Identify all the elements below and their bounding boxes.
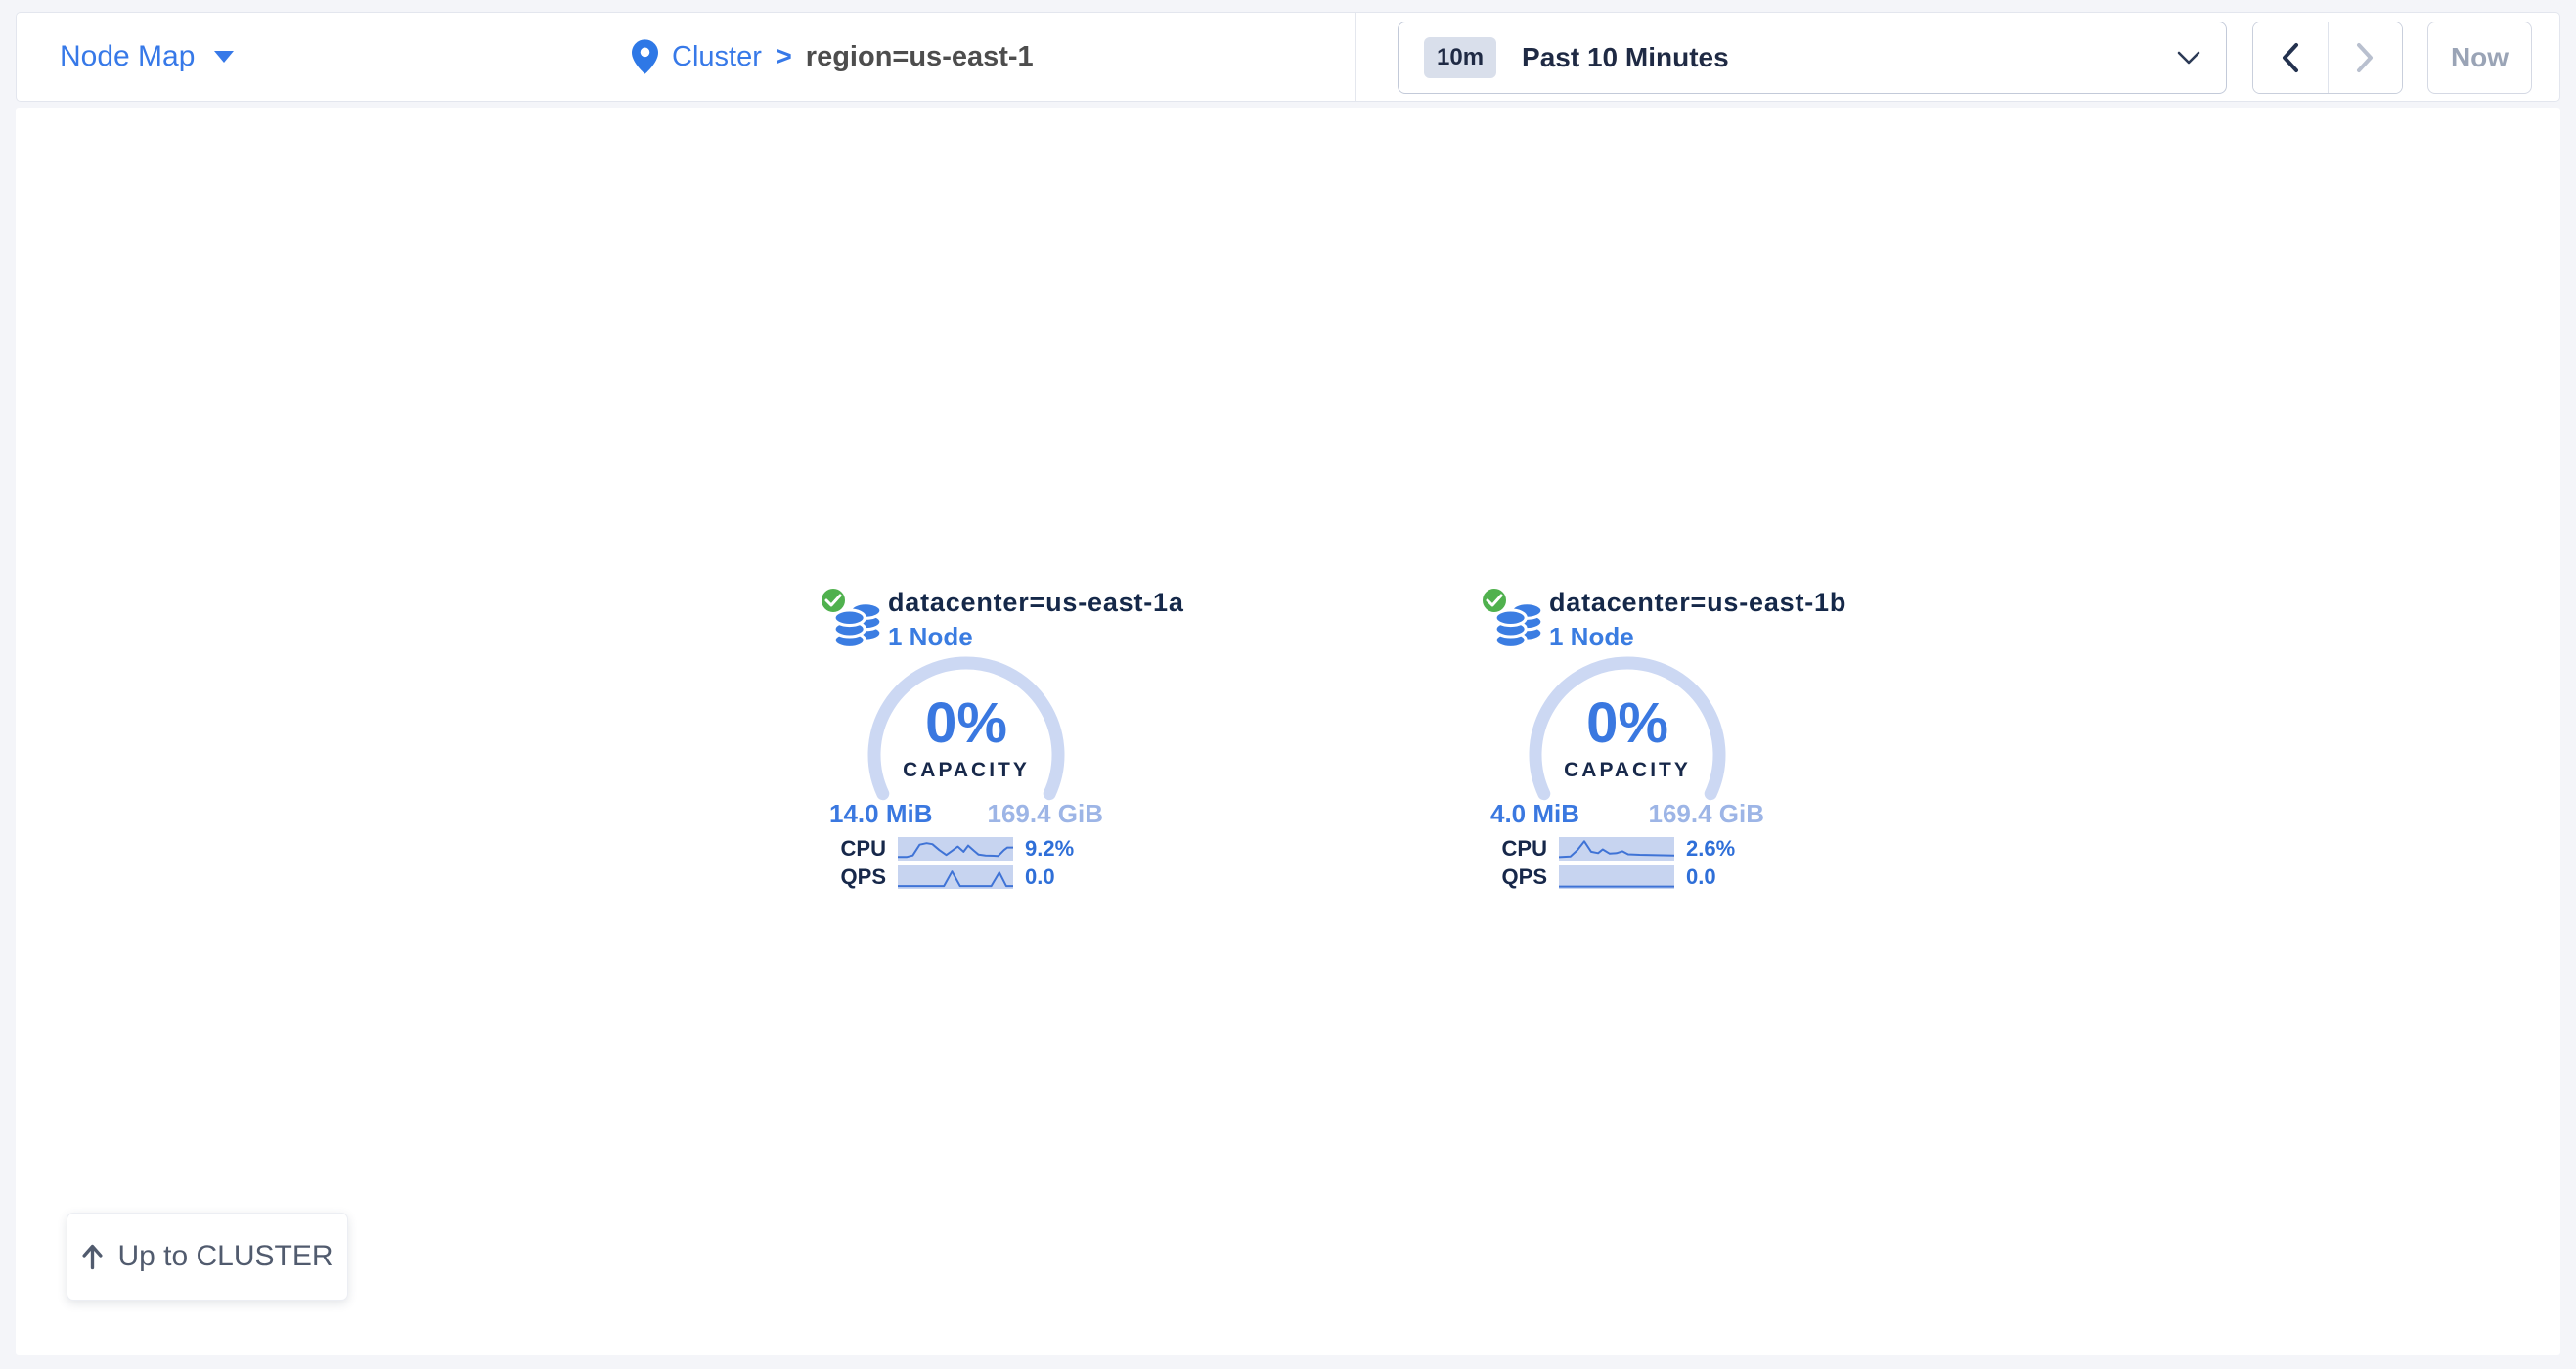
datacenter-icon-wrap — [820, 585, 888, 649]
arrow-up-icon — [81, 1243, 104, 1270]
up-to-cluster-button[interactable]: Up to CLUSTER — [67, 1213, 348, 1301]
qps-sparkline — [1559, 865, 1674, 889]
capacity-used: 4.0 MiB — [1490, 799, 1579, 829]
toolbar-divider — [1355, 13, 1356, 101]
chevron-down-icon — [2177, 50, 2200, 66]
capacity-values: 4.0 MiB 169.4 GiB — [1490, 799, 1764, 828]
time-prev-button[interactable] — [2253, 22, 2329, 93]
node-map-canvas: datacenter=us-east-1a 1 Node 0% CAPACITY… — [16, 108, 2560, 1355]
top-toolbar: Node Map Cluster > region=us-east-1 10m … — [16, 12, 2560, 102]
datacenter-header: datacenter=us-east-1a 1 Node — [820, 569, 1113, 652]
datacenter-icon-wrap — [1481, 585, 1549, 649]
caret-down-icon — [214, 51, 234, 63]
datacenter-titles: datacenter=us-east-1a 1 Node — [888, 585, 1184, 652]
capacity-gauge: 0% CAPACITY — [1525, 654, 1730, 803]
chevron-right-icon — [2355, 42, 2375, 73]
qps-sparkline — [898, 865, 1013, 889]
datacenter-title: datacenter=us-east-1b — [1549, 588, 1846, 618]
qps-label: QPS — [823, 864, 886, 890]
time-nav-group — [2252, 22, 2403, 94]
datacenter-card-us-east-1a[interactable]: datacenter=us-east-1a 1 Node 0% CAPACITY… — [820, 569, 1113, 893]
datacenter-node-count: 1 Node — [888, 622, 1184, 652]
breadcrumb: Cluster > region=us-east-1 — [632, 13, 1034, 101]
qps-metric-row: QPS 0.0 — [820, 864, 1113, 888]
view-selector-label: Node Map — [60, 40, 195, 73]
metric-rows: CPU 2.6% QPS 0.0 — [1481, 836, 1774, 888]
datacenter-card-us-east-1b[interactable]: datacenter=us-east-1b 1 Node 0% CAPACITY… — [1481, 569, 1774, 893]
capacity-percent: 0% — [864, 695, 1069, 752]
capacity-total: 169.4 GiB — [1648, 799, 1764, 829]
capacity-gauge: 0% CAPACITY — [864, 654, 1069, 803]
view-selector[interactable]: Node Map — [60, 13, 234, 101]
datacenter-node-count: 1 Node — [1549, 622, 1846, 652]
cpu-value: 2.6% — [1686, 836, 1770, 861]
qps-value: 0.0 — [1686, 864, 1770, 890]
cpu-sparkline — [898, 837, 1013, 861]
cpu-sparkline — [1559, 837, 1674, 861]
capacity-label: CAPACITY — [1525, 760, 1730, 780]
datacenter-header: datacenter=us-east-1b 1 Node — [1481, 569, 1774, 652]
cpu-label: CPU — [1485, 836, 1547, 861]
breadcrumb-separator: > — [776, 41, 792, 73]
time-next-button[interactable] — [2329, 22, 2403, 93]
breadcrumb-current: region=us-east-1 — [806, 41, 1034, 73]
qps-metric-row: QPS 0.0 — [1481, 864, 1774, 888]
datacenter-titles: datacenter=us-east-1b 1 Node — [1549, 585, 1846, 652]
capacity-used: 14.0 MiB — [829, 799, 933, 829]
cpu-metric-row: CPU 9.2% — [820, 836, 1113, 860]
time-range-label: Past 10 Minutes — [1522, 42, 1729, 73]
capacity-label: CAPACITY — [864, 760, 1069, 780]
cpu-metric-row: CPU 2.6% — [1481, 836, 1774, 860]
datacenter-title: datacenter=us-east-1a — [888, 588, 1184, 618]
capacity-percent: 0% — [1525, 695, 1730, 752]
time-range-badge: 10m — [1424, 37, 1496, 78]
up-to-cluster-label: Up to CLUSTER — [117, 1240, 333, 1273]
chevron-left-icon — [2281, 42, 2300, 73]
check-circle-icon — [1481, 587, 1508, 614]
qps-value: 0.0 — [1025, 864, 1109, 890]
capacity-values: 14.0 MiB 169.4 GiB — [829, 799, 1103, 828]
breadcrumb-cluster-link[interactable]: Cluster — [672, 41, 762, 73]
location-pin-icon — [632, 39, 658, 74]
cpu-value: 9.2% — [1025, 836, 1109, 861]
cpu-label: CPU — [823, 836, 886, 861]
qps-label: QPS — [1485, 864, 1547, 890]
now-button[interactable]: Now — [2427, 22, 2532, 94]
time-range-dropdown[interactable]: 10m Past 10 Minutes — [1398, 22, 2227, 94]
capacity-total: 169.4 GiB — [987, 799, 1103, 829]
metric-rows: CPU 9.2% QPS 0.0 — [820, 836, 1113, 888]
check-circle-icon — [820, 587, 847, 614]
